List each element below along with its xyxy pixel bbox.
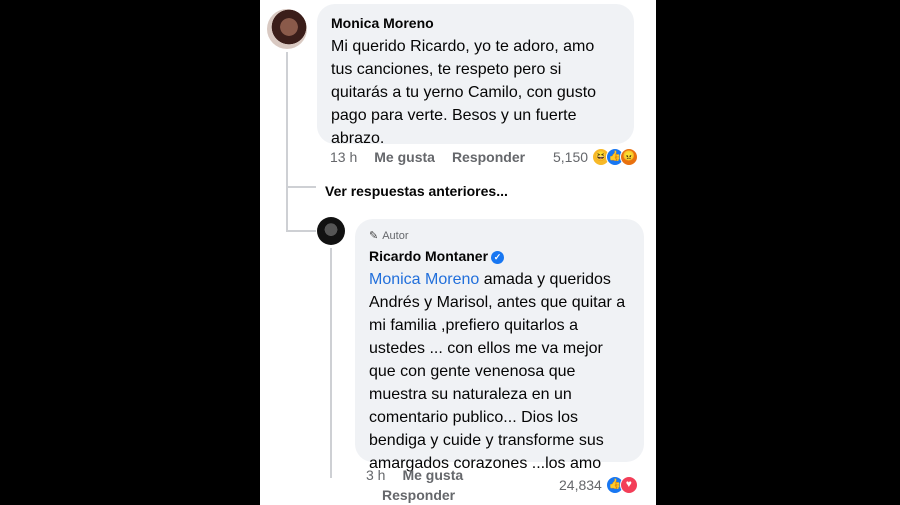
- reply-text-body: amada y queridos Andrés y Marisol, antes…: [369, 271, 626, 472]
- reply-actions: 3 h Me gusta Responder: [366, 467, 463, 503]
- reply-button[interactable]: Responder: [382, 487, 455, 503]
- like-button[interactable]: Me gusta: [402, 467, 463, 483]
- view-previous-replies-link[interactable]: Ver respuestas anteriores...: [325, 183, 508, 199]
- reaction-count: 5,150: [553, 149, 589, 165]
- comment-text: Mi querido Ricardo, yo te adoro, amo tus…: [331, 38, 597, 147]
- mention-link[interactable]: Monica Moreno: [369, 271, 479, 288]
- reaction-summary[interactable]: 24,834 👍 ♥: [559, 476, 638, 494]
- comment-thread-panel: Monica Moreno Mi querido Ricardo, yo te …: [260, 0, 656, 505]
- verified-icon: ✓: [491, 250, 505, 264]
- avatar[interactable]: [317, 217, 345, 245]
- author-badge-label: Autor: [382, 230, 409, 242]
- reply-button[interactable]: Responder: [452, 149, 525, 165]
- angry-icon: 😠: [620, 148, 639, 166]
- reply-author-label: Ricardo Montaner: [369, 248, 489, 264]
- thread-line: [286, 52, 288, 188]
- author-badge: ✎ Autor: [369, 229, 630, 243]
- reply-time[interactable]: 3 h: [366, 467, 385, 483]
- comment-bubble: Monica Moreno Mi querido Ricardo, yo te …: [317, 4, 634, 147]
- thread-line: [286, 186, 316, 188]
- comment-time[interactable]: 13 h: [330, 149, 357, 165]
- pencil-icon: ✎: [369, 230, 379, 242]
- thread-line: [286, 230, 316, 232]
- reaction-summary[interactable]: 5,150 😆 👍 😠: [553, 148, 639, 166]
- reply-author-name[interactable]: Ricardo Montaner ✓: [369, 247, 630, 265]
- avatar[interactable]: [267, 9, 307, 49]
- love-icon: ♥: [619, 476, 638, 494]
- reaction-count: 24,834: [559, 477, 602, 493]
- thread-line: [330, 248, 332, 478]
- reply-text: Monica Moreno amada y queridos Andrés y …: [369, 268, 630, 475]
- thread-line: [286, 186, 288, 232]
- comment-actions: 13 h Me gusta Responder: [330, 149, 525, 165]
- like-button[interactable]: Me gusta: [374, 149, 435, 165]
- comment-author-name[interactable]: Monica Moreno: [331, 14, 620, 32]
- reply-bubble: ✎ Autor Ricardo Montaner ✓ Monica Moreno …: [355, 219, 644, 472]
